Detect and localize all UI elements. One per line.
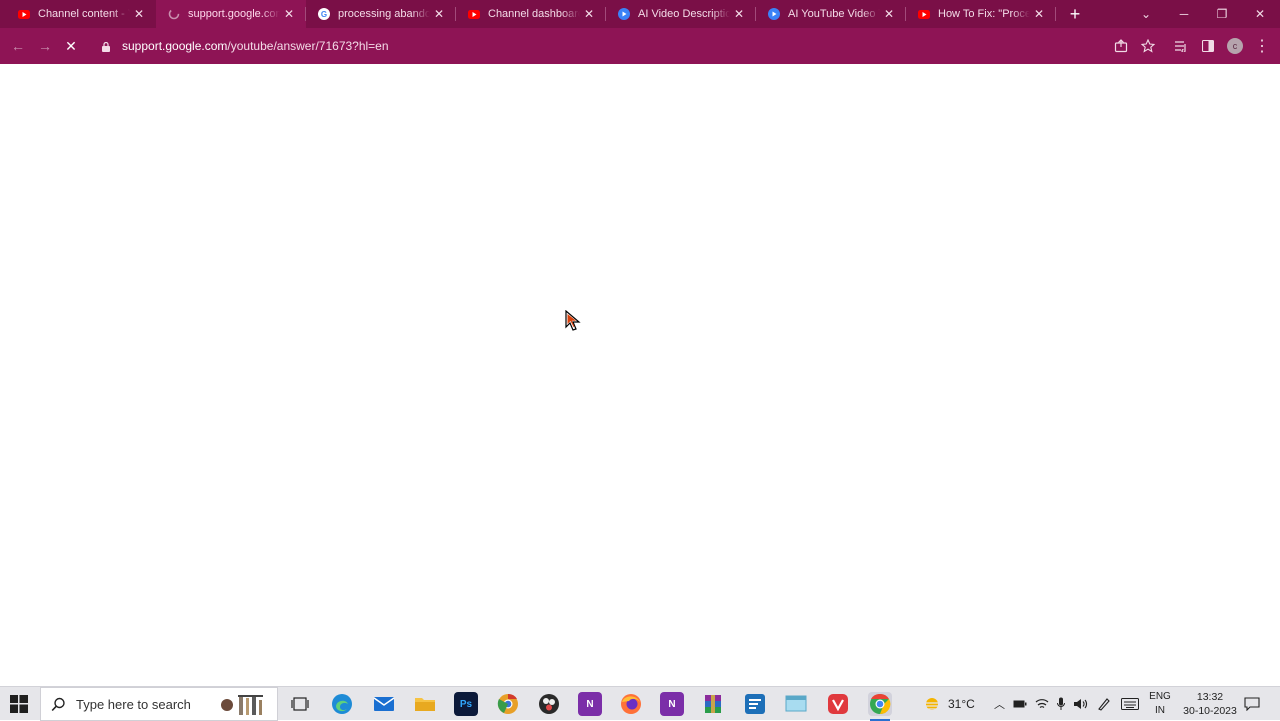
system-tray: ︿	[994, 687, 1139, 721]
close-icon[interactable]: ✕	[1032, 7, 1046, 21]
close-icon[interactable]: ✕	[582, 7, 596, 21]
photoshop-icon[interactable]: Ps	[454, 692, 478, 716]
onenote-icon[interactable]: N	[578, 692, 602, 716]
url-host: support.google.com	[122, 39, 228, 53]
weather-sun-icon	[922, 694, 942, 714]
url-text: support.google.com/youtube/answer/71673?…	[122, 39, 389, 53]
tab-title: Channel content - YouTube Studio	[38, 8, 130, 20]
profile-avatar[interactable]: c	[1227, 38, 1243, 54]
tab-title: Channel dashboard - YouTube Studio	[488, 8, 580, 20]
speaker-icon[interactable]	[1073, 698, 1089, 710]
winrar-icon[interactable]	[701, 692, 725, 716]
youtube-icon	[18, 8, 30, 20]
mouse-cursor-icon	[565, 310, 581, 331]
tab-support-google[interactable]: support.google.com/youtube/answer/71673?…	[156, 0, 306, 28]
app-window-icon[interactable]	[784, 692, 808, 716]
language-top: ENG	[1149, 691, 1171, 702]
bookmark-star-icon[interactable]	[1140, 38, 1156, 54]
tab-title: AI YouTube Video Title Generator	[788, 8, 880, 20]
tab-title: support.google.com/youtube/answer/71673?…	[188, 8, 280, 20]
close-icon[interactable]: ✕	[282, 7, 296, 21]
chevron-up-icon[interactable]: ︿	[994, 696, 1005, 712]
tab-title: processing abandoned - Google Search	[338, 8, 430, 20]
ai-tool-icon	[768, 8, 780, 20]
close-icon[interactable]: ✕	[432, 7, 446, 21]
tab-separator	[905, 7, 906, 21]
weather-widget[interactable]: 31°C	[922, 687, 975, 721]
side-panel-icon[interactable]	[1200, 38, 1216, 54]
tab-separator	[1055, 7, 1056, 21]
tab-separator	[455, 7, 456, 21]
file-explorer-icon[interactable]	[413, 692, 437, 716]
language-indicator[interactable]: ENG IN	[1145, 690, 1175, 718]
address-bar[interactable]: support.google.com/youtube/answer/71673?…	[96, 33, 1146, 59]
mail-icon[interactable]	[372, 692, 396, 716]
wifi-icon[interactable]	[1035, 698, 1049, 710]
onenote-alt-icon[interactable]: N	[660, 692, 684, 716]
menu-kebab-icon[interactable]: ⋮	[1254, 38, 1270, 55]
search-highlight-icon	[217, 692, 275, 718]
windows-taskbar: Type here to search Ps N N 31°C ︿ ENG IN…	[0, 686, 1280, 721]
clock-date: 30-10-2023	[1183, 705, 1237, 717]
new-tab-button[interactable]: +	[1066, 5, 1084, 23]
tab-separator	[305, 7, 306, 21]
tab-channel-content[interactable]: Channel content - YouTube Studio ✕	[6, 0, 156, 28]
browser-window: Channel content - YouTube Studio ✕ suppo…	[0, 0, 1280, 64]
keyboard-icon[interactable]	[1121, 698, 1139, 710]
browser-toolbar: ← → ✕ support.google.com/youtube/answer/…	[0, 28, 1280, 64]
tab-strip: Channel content - YouTube Studio ✕ suppo…	[0, 0, 1280, 28]
microphone-icon[interactable]	[1057, 697, 1065, 711]
page-content-blank	[0, 64, 1280, 686]
close-icon[interactable]: ✕	[132, 7, 146, 21]
search-placeholder: Type here to search	[76, 696, 191, 712]
clock[interactable]: 13:32 30-10-2023	[1180, 690, 1240, 718]
clock-time: 13:32	[1196, 691, 1224, 703]
stop-loading-icon[interactable]: ✕	[62, 37, 80, 55]
battery-icon[interactable]	[1013, 699, 1027, 709]
svg-text:G: G	[321, 10, 327, 19]
taskbar-search-box[interactable]: Type here to search	[40, 687, 278, 721]
firefox-icon[interactable]	[619, 692, 643, 716]
chrome-icon[interactable]	[868, 692, 892, 721]
tab-ai-youtube-title[interactable]: AI YouTube Video Title Generator ✕	[756, 0, 906, 28]
google-icon: G	[318, 8, 330, 20]
restore-icon[interactable]: ❐	[1212, 4, 1232, 24]
url-path: /youtube/answer/71673?hl=en	[227, 39, 389, 53]
language-bottom: IN	[1155, 705, 1165, 716]
tab-separator	[755, 7, 756, 21]
back-icon[interactable]: ←	[9, 37, 27, 55]
weather-temperature: 31°C	[948, 697, 975, 711]
chrome-canary-icon[interactable]	[496, 692, 520, 716]
close-window-icon[interactable]: ✕	[1250, 4, 1270, 24]
edge-icon[interactable]	[330, 692, 354, 716]
tab-title: AI Video Description Generator	[638, 8, 730, 20]
obs-icon[interactable]	[537, 692, 561, 716]
tab-channel-dashboard[interactable]: Channel dashboard - YouTube Studio ✕	[456, 0, 606, 28]
reading-list-icon[interactable]	[1173, 38, 1189, 54]
task-view-icon[interactable]	[288, 692, 312, 716]
tab-search-icon[interactable]: ⌄	[1136, 4, 1156, 24]
search-icon	[51, 697, 66, 712]
loading-icon	[168, 8, 180, 20]
windows-start-icon[interactable]	[10, 695, 28, 713]
minimize-icon[interactable]: ─	[1174, 4, 1194, 24]
youtube-icon	[468, 8, 480, 20]
tab-title: How To Fix: "Processing Abandoned"	[938, 8, 1030, 20]
vivaldi-icon[interactable]	[826, 692, 850, 716]
tab-processing-abandoned[interactable]: G processing abandoned - Google Search ✕	[306, 0, 456, 28]
app-icon[interactable]	[743, 692, 767, 716]
share-icon[interactable]	[1113, 38, 1129, 54]
notification-icon[interactable]	[1244, 687, 1260, 721]
tab-how-to-fix[interactable]: How To Fix: "Processing Abandoned" ✕	[906, 0, 1056, 28]
tab-separator	[605, 7, 606, 21]
lock-icon	[102, 40, 112, 52]
close-icon[interactable]: ✕	[882, 7, 896, 21]
ai-tool-icon	[618, 8, 630, 20]
tab-ai-video-description[interactable]: AI Video Description Generator ✕	[606, 0, 756, 28]
pen-icon[interactable]	[1097, 697, 1111, 711]
forward-icon[interactable]: →	[36, 37, 54, 55]
close-icon[interactable]: ✕	[732, 7, 746, 21]
youtube-icon	[918, 8, 930, 20]
